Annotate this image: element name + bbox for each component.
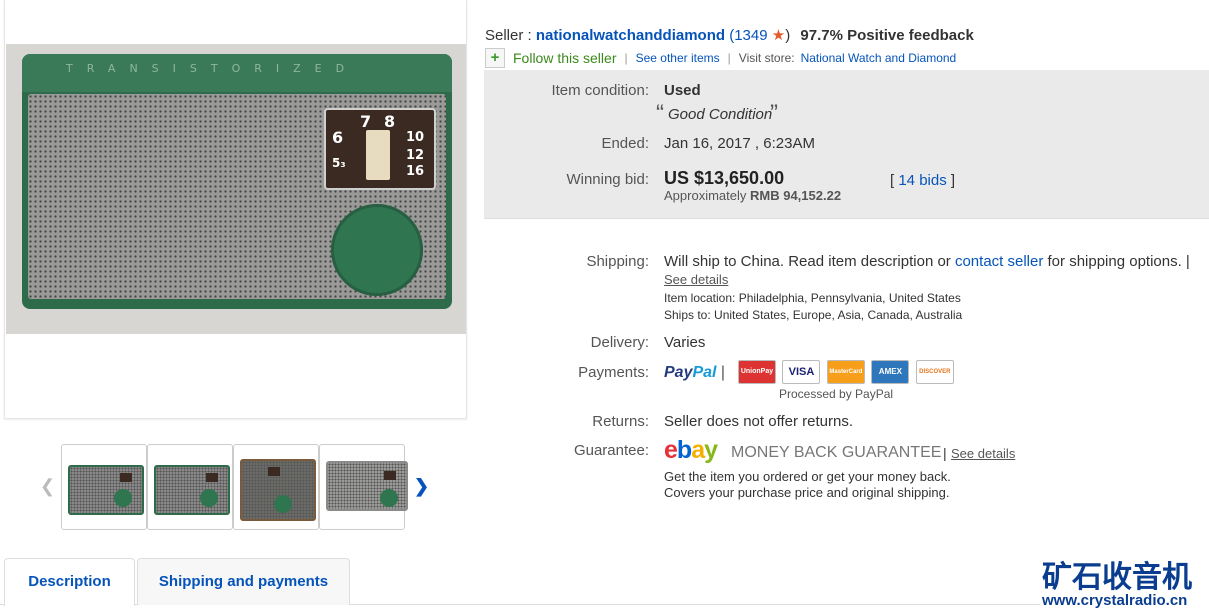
- thumbnail[interactable]: [61, 444, 147, 530]
- guarantee-sep: |: [943, 445, 947, 461]
- discover-icon: DISCOVER: [915, 360, 954, 384]
- radio-photo: TRANSISTORIZED 7 8 6 10 12 5₃ 16: [6, 44, 466, 334]
- approx-label: Approximately: [664, 188, 747, 203]
- thumbs-prev-icon[interactable]: ❮: [40, 476, 55, 497]
- ended-label: Ended:: [601, 135, 649, 152]
- mastercard-icon: MasterCard: [826, 360, 865, 384]
- bids-bracket: ]: [950, 172, 956, 189]
- visit-store-label: Visit store:: [738, 51, 795, 65]
- money-back-guarantee: MONEY BACK GUARANTEE: [731, 444, 942, 461]
- seller-info: Seller : nationalwatchanddiamond (1349 ★…: [485, 26, 974, 44]
- shipping-text-b: for shipping options. |: [1047, 253, 1190, 270]
- guarantee-line-2: Covers your purchase price and original …: [664, 485, 950, 500]
- plus-icon[interactable]: +: [485, 48, 505, 68]
- ebay-logo: ebay: [664, 436, 718, 465]
- guarantee-label: Guarantee:: [573, 442, 649, 459]
- thumbnail[interactable]: [319, 444, 408, 530]
- winning-bid-value: US $13,650.00: [664, 168, 785, 188]
- radio-brand-text: TRANSISTORIZED: [66, 62, 359, 75]
- shipping-text: Will ship to China. Read item descriptio…: [664, 253, 1190, 270]
- seller-actions: + Follow this seller | See other items |…: [485, 48, 956, 68]
- tab-shipping-payments[interactable]: Shipping and payments: [137, 558, 350, 605]
- seller-prefix: Seller :: [485, 27, 532, 44]
- condition-note: Good Condition: [668, 106, 773, 123]
- dial-number: 16: [406, 164, 425, 179]
- dial-number: 5₃: [332, 156, 346, 170]
- visa-icon: VISA: [782, 360, 821, 384]
- paypal-logo-pay: Pay: [664, 364, 693, 381]
- ended-value: Jan 16, 2017 , 6:23AM: [664, 135, 815, 152]
- tuning-knob: [331, 204, 423, 296]
- payments-label: Payments:: [578, 364, 649, 381]
- item-location-label: Item location:: [664, 291, 736, 305]
- follow-seller-link[interactable]: Follow this seller: [513, 50, 616, 66]
- shipping-see-details-link[interactable]: See details: [664, 272, 728, 287]
- item-location-value: Philadelphia, Pennsylvania, United State…: [738, 291, 961, 305]
- seller-name-link[interactable]: nationalwatchanddiamond: [536, 27, 725, 44]
- approx-value: RMB 94,152.22: [750, 188, 842, 203]
- thumbs-next-icon[interactable]: ❯: [414, 476, 429, 497]
- tuning-dial: 7 8 6 10 12 5₃ 16: [324, 108, 436, 190]
- see-other-items-link[interactable]: See other items: [636, 51, 720, 65]
- dial-number: 6: [332, 128, 344, 147]
- seller-feedback: 97.7% Positive feedback: [800, 27, 974, 44]
- ships-to-value: United States, Europe, Asia, Canada, Aus…: [714, 308, 963, 322]
- guarantee-see-details-link[interactable]: See details: [951, 446, 1015, 461]
- dial-number: 7: [360, 112, 372, 131]
- shipping-text-a: Will ship to China. Read item descriptio…: [664, 253, 951, 270]
- bids-bracket: [: [890, 172, 895, 189]
- thumbnail[interactable]: [147, 444, 233, 530]
- paypal-logo: PayPal |: [664, 364, 726, 381]
- thumbnail[interactable]: [233, 444, 319, 530]
- shipping-label: Shipping:: [586, 253, 649, 270]
- condition-label: Item condition:: [551, 82, 649, 99]
- delivery-label: Delivery:: [590, 334, 649, 351]
- ebay-logo-b: b: [676, 436, 692, 464]
- item-location: Item location: Philadelphia, Pennsylvani…: [664, 291, 961, 305]
- main-image-frame[interactable]: TRANSISTORIZED 7 8 6 10 12 5₃ 16: [4, 0, 467, 419]
- guarantee-line-1: Get the item you ordered or get your mon…: [664, 469, 951, 484]
- amex-icon: AMEX: [871, 360, 910, 384]
- ebay-logo-y: y: [704, 436, 718, 464]
- card-logos: UnionPay VISA MasterCard AMEX DISCOVER: [738, 360, 956, 384]
- ships-to: Ships to: United States, Europe, Asia, C…: [664, 308, 962, 322]
- store-name-link[interactable]: National Watch and Diamond: [801, 51, 957, 65]
- bids-link[interactable]: 14 bids: [898, 172, 946, 189]
- dial-number: 8: [384, 112, 396, 131]
- quote-close: ”: [770, 100, 778, 127]
- unionpay-icon: UnionPay: [738, 360, 776, 384]
- watermark-url: www.crystalradio.cn: [1042, 592, 1188, 609]
- processed-by-paypal: Processed by PayPal: [779, 387, 894, 401]
- paypal-logo-pal: Pal: [692, 364, 717, 381]
- returns-value: Seller does not offer returns.: [664, 413, 853, 430]
- seller-score-close: ): [785, 27, 791, 44]
- seller-score-link[interactable]: (1349: [729, 27, 767, 44]
- quote-open: “: [656, 100, 664, 127]
- bids: [ 14 bids ]: [890, 172, 955, 189]
- tab-description[interactable]: Description: [4, 558, 135, 606]
- delivery-value: Varies: [664, 334, 706, 351]
- watermark-logo: 矿石收音机: [1042, 560, 1192, 595]
- contact-seller-link[interactable]: contact seller: [955, 253, 1043, 270]
- dial-number: 12: [406, 148, 425, 163]
- returns-label: Returns:: [592, 413, 649, 430]
- approx-price: Approximately RMB 94,152.22: [664, 188, 841, 203]
- dial-number: 10: [406, 130, 425, 145]
- ships-to-label: Ships to:: [664, 308, 711, 322]
- winning-bid-label: Winning bid:: [566, 171, 649, 188]
- divider: |: [727, 51, 731, 65]
- star-icon: ★: [771, 27, 786, 44]
- condition-value: Used: [664, 82, 701, 99]
- ebay-logo-e: e: [664, 436, 678, 464]
- divider: |: [624, 51, 628, 65]
- dial-logo: [366, 130, 390, 180]
- ebay-logo-a: a: [691, 436, 705, 464]
